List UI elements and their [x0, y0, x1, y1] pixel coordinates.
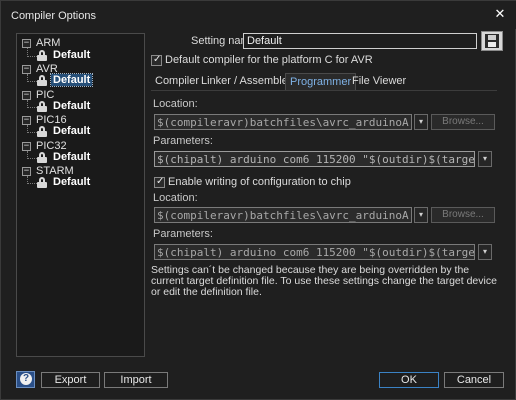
help-icon: ?	[20, 373, 32, 385]
title-bar: Compiler Options ✕	[1, 1, 516, 29]
config-parameters-field[interactable]: $(chipalt) arduino com6 115200 "$(outdir…	[154, 244, 475, 260]
parameters-label: Parameters:	[153, 135, 213, 147]
collapse-icon[interactable]: −	[22, 167, 31, 176]
collapse-icon[interactable]: −	[22, 39, 31, 48]
window-title: Compiler Options	[11, 10, 96, 22]
floppy-disk-icon	[485, 34, 499, 48]
tree-item-label: Default	[53, 100, 91, 112]
tree-connector	[27, 107, 37, 108]
tree-item-label: Default	[53, 151, 91, 163]
config-location-dropdown-button[interactable]: ▾	[414, 207, 428, 223]
tab-file-viewer[interactable]: File Viewer	[348, 73, 410, 91]
check-icon: ✓	[153, 54, 162, 65]
default-compiler-label: Default compiler for the platform C for …	[165, 54, 373, 66]
tab-compiler[interactable]: Compiler	[151, 73, 203, 91]
export-button[interactable]: Export	[41, 372, 100, 388]
tree-connector	[27, 81, 37, 82]
location-label: Location:	[153, 192, 198, 204]
tree-connector	[27, 183, 37, 184]
tree-connector	[27, 56, 37, 57]
config-parameters-dropdown-button[interactable]: ▾	[478, 244, 492, 260]
location-dropdown-button[interactable]: ▾	[414, 114, 428, 130]
collapse-icon[interactable]: −	[22, 142, 31, 151]
collapse-icon[interactable]: −	[22, 91, 31, 100]
chevron-down-icon: ▾	[482, 247, 487, 256]
location-field[interactable]: $(compileravr)batchfiles\avrc_arduinoA.b	[154, 114, 412, 130]
parameters-field[interactable]: $(chipalt) arduino com6 115200 "$(outdir…	[154, 151, 475, 167]
browse-button[interactable]: Browse...	[431, 114, 495, 130]
tree-item-starm-default[interactable]: Default	[37, 176, 137, 189]
help-button[interactable]: ?	[16, 371, 35, 388]
tree-item-label: Default	[53, 176, 91, 188]
chevron-down-icon: ▾	[418, 117, 423, 126]
tree-item-label: Default	[53, 125, 91, 137]
enable-config-checkbox[interactable]: ✓	[154, 176, 165, 188]
collapse-icon[interactable]: −	[22, 116, 31, 125]
setting-name-input[interactable]: Default	[243, 33, 477, 49]
chevron-down-icon: ▾	[482, 154, 487, 163]
check-icon: ✓	[156, 176, 165, 187]
lock-icon	[37, 50, 47, 61]
lock-icon	[37, 177, 47, 188]
tree-item-pic32-default[interactable]: Default	[37, 151, 137, 164]
tree-item-avr-default[interactable]: Default	[37, 73, 137, 87]
enable-config-label: Enable writing of configuration to chip	[168, 176, 351, 188]
config-location-field[interactable]: $(compileravr)batchfiles\avrc_arduinoA.b	[154, 207, 412, 223]
tree-connector	[27, 132, 37, 133]
compiler-options-window: Compiler Options ✕ − ARM Default − AVR D…	[0, 0, 516, 400]
tab-divider	[151, 90, 497, 91]
tab-programmer[interactable]: Programmer	[285, 73, 357, 91]
chevron-down-icon: ▾	[418, 210, 423, 219]
lock-icon	[37, 126, 47, 137]
tree-item-arm-default[interactable]: Default	[37, 49, 137, 62]
collapse-icon[interactable]: −	[22, 65, 31, 74]
default-compiler-checkbox[interactable]: ✓	[151, 54, 162, 66]
location-label: Location:	[153, 98, 198, 110]
tree-connector	[27, 158, 37, 159]
lock-icon	[37, 75, 47, 86]
close-icon[interactable]: ✕	[493, 7, 507, 21]
parameters-dropdown-button[interactable]: ▾	[478, 151, 492, 167]
tree-node-label: ARM	[36, 37, 61, 49]
tree-item-pic16-default[interactable]: Default	[37, 125, 137, 138]
tree-item-label-selected: Default	[49, 73, 94, 87]
import-button[interactable]: Import	[104, 372, 168, 388]
compiler-tree[interactable]: − ARM Default − AVR Default − PIC Defaul…	[16, 33, 145, 357]
tree-item-pic-default[interactable]: Default	[37, 100, 137, 113]
lock-icon	[37, 152, 47, 163]
ok-button[interactable]: OK	[379, 372, 439, 388]
cancel-button[interactable]: Cancel	[444, 372, 504, 388]
tab-linker-assembler[interactable]: Linker / Assembler	[197, 73, 295, 91]
tree-item-label: Default	[53, 49, 91, 61]
lock-icon	[37, 101, 47, 112]
save-button[interactable]	[481, 31, 503, 51]
parameters-label: Parameters:	[153, 228, 213, 240]
override-info-text: Settings can´t be changed because they a…	[151, 264, 497, 298]
config-browse-button[interactable]: Browse...	[431, 207, 495, 223]
